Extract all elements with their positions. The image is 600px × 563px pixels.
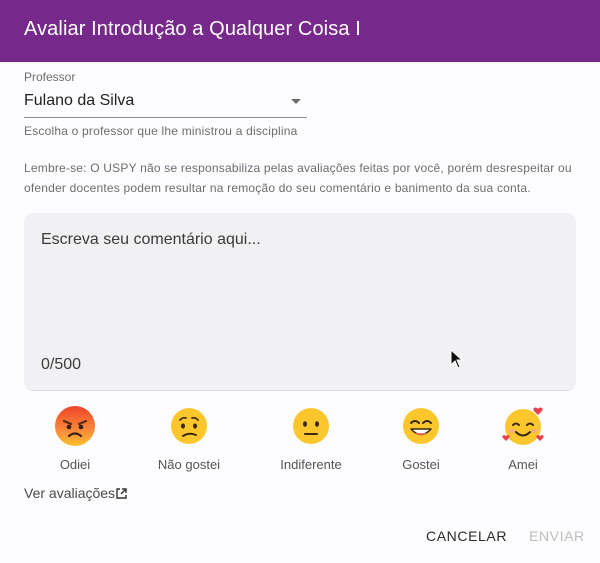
rating-option-amei[interactable]: Amei xyxy=(468,404,578,472)
rating-option-odiei[interactable]: Odiei xyxy=(20,404,130,472)
see-reviews-label: Ver avaliações xyxy=(24,485,116,501)
rating-label: Indiferente xyxy=(280,457,342,472)
rating-dialog: Avaliar Introdução a Qualquer Coisa I Pr… xyxy=(0,0,600,563)
external-link-icon xyxy=(116,488,127,499)
rating-label: Amei xyxy=(508,457,538,472)
professor-select[interactable]: Fulano da Silva xyxy=(24,86,307,118)
see-reviews-link[interactable]: Ver avaliações xyxy=(24,485,127,501)
rating-option-nao-gostei[interactable]: Não gostei xyxy=(134,404,244,472)
angry-face-icon xyxy=(55,406,95,446)
professor-helper-text: Escolha o professor que lhe ministrou a … xyxy=(24,124,298,138)
comment-textarea[interactable]: Escreva seu comentário aqui... 0/500 xyxy=(24,213,576,391)
confused-face-icon xyxy=(171,408,207,444)
dialog-header: Avaliar Introdução a Qualquer Coisa I xyxy=(0,0,600,62)
rating-label: Odiei xyxy=(59,457,91,472)
send-button[interactable]: ENVIAR xyxy=(529,528,585,544)
cancel-button[interactable]: CANCELAR xyxy=(426,528,507,544)
rating-label: Gostei xyxy=(402,457,440,472)
professor-label: Professor xyxy=(24,70,76,84)
neutral-face-icon xyxy=(293,408,329,444)
professor-select-value: Fulano da Silva xyxy=(24,92,135,109)
rating-option-indiferente[interactable]: Indiferente xyxy=(256,404,366,472)
comment-char-counter: 0/500 xyxy=(41,356,82,373)
dropdown-arrow-icon xyxy=(291,99,301,104)
rating-option-gostei[interactable]: Gostei xyxy=(366,404,476,472)
grinning-face-icon xyxy=(403,408,439,444)
rating-label: Não gostei xyxy=(157,457,221,472)
dialog-title: Avaliar Introdução a Qualquer Coisa I xyxy=(24,18,361,40)
notice-text: Lembre-se: O USPY não se responsabiliza … xyxy=(24,161,572,195)
smiling-face-with-hearts-icon xyxy=(502,407,544,445)
rating-options: Odiei Não gostei Indiferente Gostei Amei xyxy=(0,404,600,474)
mouse-cursor-icon xyxy=(450,349,464,369)
comment-placeholder: Escreva seu comentário aqui... xyxy=(41,231,261,248)
